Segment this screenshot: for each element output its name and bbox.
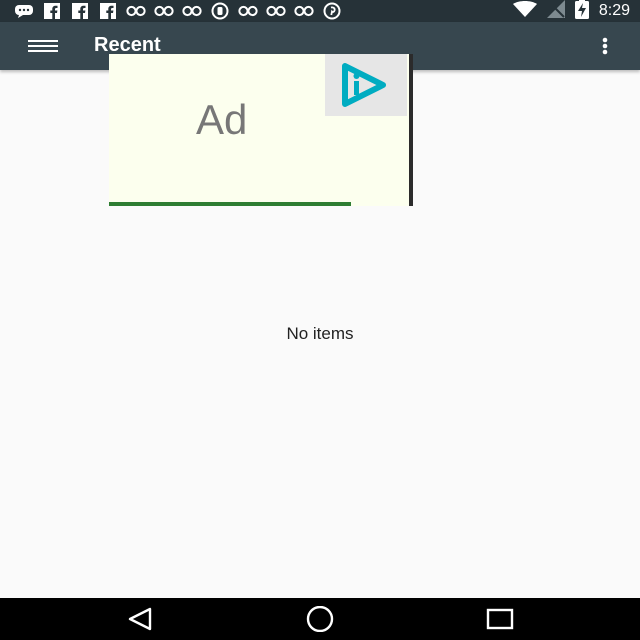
facebook-icon — [70, 2, 90, 20]
status-bar: 8:29 — [0, 0, 640, 22]
link-icon — [238, 2, 258, 20]
b-icon — [210, 2, 230, 20]
no-signal-icon — [546, 0, 565, 23]
link-icon — [182, 2, 202, 20]
message-icon — [14, 2, 34, 20]
system-status: 8:29 — [512, 0, 630, 24]
more-vert-icon[interactable] — [594, 32, 616, 60]
ad-banner[interactable]: Ad — [109, 54, 413, 206]
pinterest-icon — [322, 2, 342, 20]
empty-state-text: No items — [286, 324, 354, 343]
link-icon — [154, 2, 174, 20]
ad-progress-bar — [109, 202, 351, 206]
link-icon — [294, 2, 314, 20]
back-icon[interactable] — [120, 606, 160, 632]
clock: 8:29 — [598, 2, 630, 19]
facebook-icon — [98, 2, 118, 20]
wifi-icon — [512, 0, 537, 22]
ad-choices-icon[interactable] — [325, 54, 407, 116]
battery-charging-icon — [574, 0, 589, 24]
link-icon — [266, 2, 286, 20]
facebook-icon — [42, 2, 62, 20]
ad-label: Ad — [196, 96, 248, 143]
system-nav-bar — [0, 598, 640, 640]
link-icon — [126, 2, 146, 20]
hamburger-menu-icon[interactable] — [28, 36, 60, 56]
notification-icons — [14, 2, 342, 20]
recents-icon[interactable] — [480, 606, 520, 632]
home-icon[interactable] — [300, 605, 340, 633]
